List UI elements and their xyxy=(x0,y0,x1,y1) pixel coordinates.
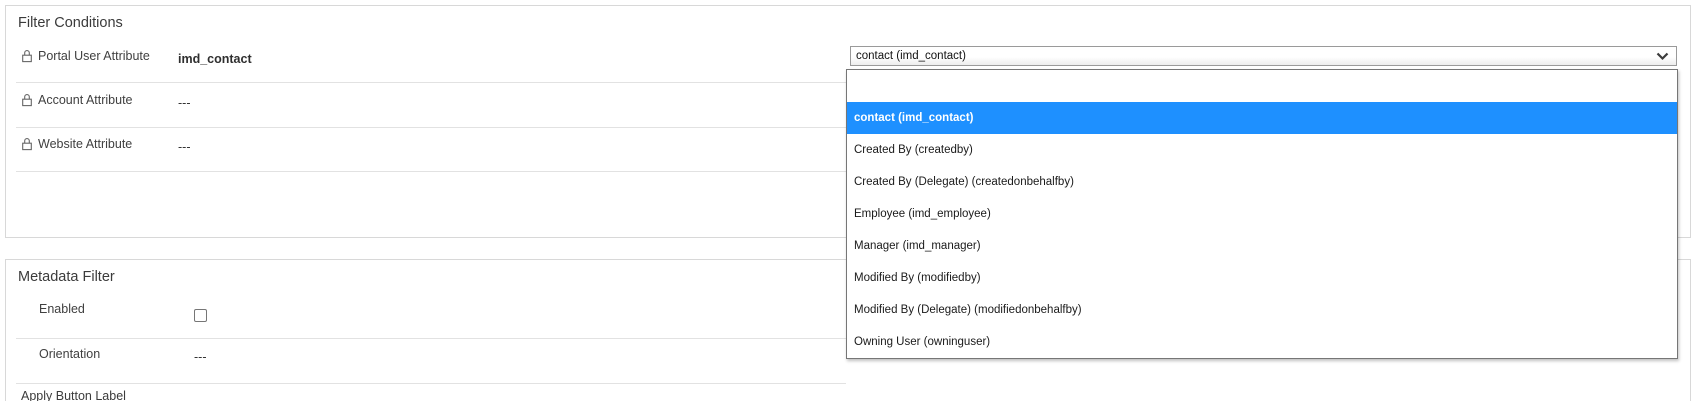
select-option-employee[interactable]: Employee (imd_employee) xyxy=(847,198,1677,230)
select-option-modifiedby[interactable]: Modified By (modifiedby) xyxy=(847,262,1677,294)
field-label: Orientation xyxy=(39,347,101,361)
enabled-checkbox[interactable] xyxy=(194,309,207,322)
select-option-list: contact (imd_contact) Created By (create… xyxy=(846,69,1678,359)
lock-icon xyxy=(21,137,33,151)
section-title-filter-conditions: Filter Conditions xyxy=(18,15,123,31)
field-label: Portal User Attribute xyxy=(38,49,150,63)
attribute-select[interactable]: contact (imd_contact) xyxy=(850,46,1677,66)
select-option-manager[interactable]: Manager (imd_manager) xyxy=(847,230,1677,262)
row-label-account-attribute: Account Attribute xyxy=(21,93,133,107)
row-label-apply-button-label: Apply Button Label xyxy=(21,389,126,401)
select-option-blank[interactable] xyxy=(847,70,1677,102)
row-divider xyxy=(16,82,846,83)
field-label: Website Attribute xyxy=(38,137,133,151)
field-value-orientation: --- xyxy=(194,350,207,364)
row-label-website-attribute: Website Attribute xyxy=(21,137,132,151)
row-divider xyxy=(16,338,846,339)
row-label-enabled: Enabled xyxy=(39,302,85,316)
select-option-owninguser[interactable]: Owning User (owninguser) xyxy=(847,326,1677,358)
section-title-metadata-filter: Metadata Filter xyxy=(18,269,115,285)
row-divider xyxy=(16,383,846,384)
row-label-orientation: Orientation xyxy=(39,347,100,361)
select-option-createdby[interactable]: Created By (createdby) xyxy=(847,134,1677,166)
field-label: Enabled xyxy=(39,302,85,316)
lock-icon xyxy=(21,93,33,107)
field-label: Account Attribute xyxy=(38,93,133,107)
row-divider xyxy=(16,127,846,128)
field-value-account-attribute: --- xyxy=(178,96,191,110)
field-value-portal-user-attribute: imd_contact xyxy=(178,52,252,66)
select-option-modifiedonbehalfby[interactable]: Modified By (Delegate) (modifiedonbehalf… xyxy=(847,294,1677,326)
row-divider xyxy=(16,171,846,172)
field-value-website-attribute: --- xyxy=(178,140,191,154)
select-option-contact[interactable]: contact (imd_contact) xyxy=(847,102,1677,134)
chevron-down-icon xyxy=(1656,52,1669,61)
row-label-portal-user-attribute: Portal User Attribute xyxy=(21,49,150,63)
lock-icon xyxy=(21,49,33,63)
select-selected-text: contact (imd_contact) xyxy=(856,50,966,62)
select-option-createdonbehalfby[interactable]: Created By (Delegate) (createdonbehalfby… xyxy=(847,166,1677,198)
